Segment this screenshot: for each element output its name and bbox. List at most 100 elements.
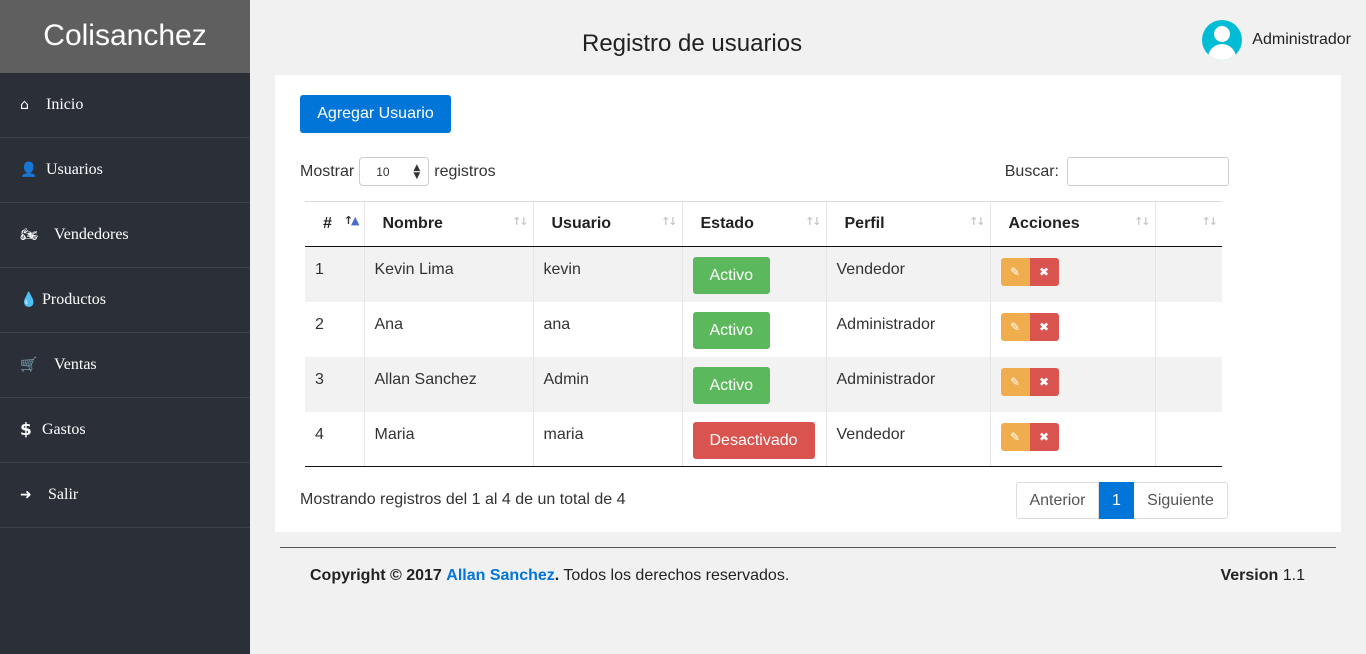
edit-button[interactable]: ✎ — [1000, 367, 1030, 396]
table-row: 3 Allan Sanchez Admin Activo Administrad… — [305, 356, 1222, 412]
pagination: Anterior 1 Siguiente — [1016, 482, 1228, 519]
status-badge[interactable]: Desactivado — [692, 421, 815, 459]
users-table: # ↑▲ Nombre ↑↓ Usuario ↑↓ Estado ↑↓ Perf… — [305, 201, 1222, 467]
sidebar-item-label: Salir — [48, 486, 79, 503]
sidebar-item-productos[interactable]: 💧 Productos — [0, 268, 250, 333]
column-header-acciones[interactable]: Acciones ↑↓ — [989, 201, 1155, 247]
footer-divider — [280, 547, 1336, 548]
close-icon: ✖ — [1038, 429, 1050, 444]
cell-extra — [1154, 411, 1222, 467]
cell-extra — [1154, 246, 1222, 302]
cell-perfil: Administrador — [825, 356, 990, 412]
table-row: 2 Ana ana Activo Administrador ✎ ✖ — [305, 301, 1222, 357]
search-input[interactable] — [1067, 157, 1229, 186]
copyright-rights: . Todos los derechos reservados. — [554, 567, 790, 584]
length-prefix: Mostrar — [300, 162, 355, 180]
user-menu[interactable]: Administrador — [1202, 20, 1351, 60]
pencil-icon: ✎ — [1009, 265, 1021, 279]
sort-icon: ↑↓ — [1134, 215, 1151, 228]
pencil-icon: ✎ — [1009, 374, 1021, 389]
delete-button[interactable]: ✖ — [1029, 367, 1059, 396]
cell-extra — [1154, 356, 1222, 412]
next-page-button[interactable]: Siguiente — [1134, 482, 1228, 519]
column-header-usuario[interactable]: Usuario ↑↓ — [532, 201, 682, 247]
prev-page-button[interactable]: Anterior — [1016, 482, 1099, 519]
sort-icon: ↑↓ — [969, 215, 986, 228]
sidebar-item-vendedores[interactable]: 🏍 Vendedores — [0, 203, 250, 268]
cell-id: 4 — [305, 411, 364, 467]
cell-perfil: Vendedor — [825, 246, 990, 302]
sidebar-item-label: Vendedores — [54, 226, 129, 243]
sort-updown-icon: ▲ ▼ — [413, 162, 421, 181]
sidebar-item-inicio[interactable]: ⌂ Inicio — [0, 73, 250, 138]
cell-acciones: ✎ ✖ — [989, 301, 1155, 357]
cell-nombre: Maria — [363, 411, 533, 467]
sign-out-icon: ➜ — [20, 487, 32, 503]
version: Version 1.1 — [1220, 567, 1305, 585]
pencil-icon: ✎ — [1009, 319, 1021, 334]
add-user-button[interactable]: Agregar Usuario — [300, 95, 451, 133]
pencil-icon: ✎ — [1009, 429, 1021, 444]
version-label: Version — [1220, 567, 1279, 584]
delete-button[interactable]: ✖ — [1029, 422, 1059, 451]
status-badge[interactable]: Activo — [692, 257, 771, 294]
status-badge[interactable]: Activo — [692, 366, 771, 404]
delete-button[interactable]: ✖ — [1029, 312, 1059, 341]
status-badge[interactable]: Activo — [692, 311, 771, 349]
avatar-icon — [1202, 20, 1243, 60]
cell-usuario: ana — [532, 301, 682, 357]
sidebar-item-salir[interactable]: ➜ Salir — [0, 463, 250, 528]
sidebar: Colisanchez ⌂ Inicio 👤 Usuarios 🏍 Vended… — [0, 0, 250, 654]
copyright-prefix: Copyright © 2017 — [310, 567, 442, 584]
cell-acciones: ✎ ✖ — [989, 246, 1155, 302]
edit-button[interactable]: ✎ — [1000, 258, 1030, 286]
cell-estado: Activo — [681, 356, 826, 412]
length-suffix: registros — [434, 162, 496, 180]
page-title: Registro de usuarios — [582, 30, 803, 57]
edit-button[interactable]: ✎ — [1000, 312, 1030, 341]
page-length-select[interactable]: 10 ▲ ▼ — [359, 157, 430, 186]
cell-perfil: Administrador — [825, 301, 990, 357]
close-icon: ✖ — [1038, 319, 1050, 334]
edit-button[interactable]: ✎ — [1000, 422, 1030, 451]
cell-estado: Desactivado — [681, 411, 826, 467]
column-header-perfil[interactable]: Perfil ↑↓ — [825, 201, 990, 247]
tint-icon: 💧 — [20, 292, 38, 308]
column-header-estado[interactable]: Estado ↑↓ — [681, 201, 826, 247]
copyright: Copyright © 2017 Allan Sanchez. Todos lo… — [310, 567, 789, 585]
cell-id: 1 — [305, 246, 364, 302]
cell-perfil: Vendedor — [825, 411, 990, 467]
cell-usuario: Admin — [532, 356, 682, 412]
sidebar-item-label: Inicio — [46, 96, 84, 113]
cart-icon: 🛒 — [20, 357, 38, 373]
column-header-nombre[interactable]: Nombre ↑↓ — [363, 201, 533, 247]
delete-button[interactable]: ✖ — [1029, 258, 1059, 286]
length-control: Mostrar 10 ▲ ▼ registros — [300, 157, 496, 186]
cell-id: 2 — [315, 315, 324, 333]
sidebar-item-gastos[interactable]: $ Gastos — [0, 398, 250, 463]
column-header-extra[interactable]: ↑↓ — [1154, 201, 1222, 247]
cell-estado: Activo — [681, 301, 826, 357]
table-row: 4 Maria maria Desactivado Vendedor ✎ ✖ — [305, 411, 1222, 467]
sidebar-item-usuarios[interactable]: 👤 Usuarios — [0, 138, 250, 203]
table-row: 1 Kevin Lima kevin Activo Vendedor ✎ ✖ — [305, 246, 1222, 302]
sort-icon: ↑↓ — [805, 215, 822, 228]
author-link[interactable]: Allan Sanchez — [446, 567, 554, 584]
table-header-row: # ↑▲ Nombre ↑↓ Usuario ↑↓ Estado ↑↓ Perf… — [305, 201, 1222, 247]
page-1-button[interactable]: 1 — [1099, 482, 1134, 519]
sort-asc-icon: ↑▲ — [343, 214, 360, 227]
close-icon: ✖ — [1038, 265, 1050, 279]
search-control: Buscar: — [1005, 157, 1229, 186]
sort-icon: ↑↓ — [1201, 215, 1219, 228]
cell-usuario: maria — [532, 411, 682, 467]
cell-usuario: kevin — [532, 246, 682, 302]
cell-acciones: ✎ ✖ — [989, 411, 1155, 467]
column-header-id[interactable]: # ↑▲ — [305, 201, 364, 247]
sidebar-item-ventas[interactable]: 🛒 Ventas — [0, 333, 250, 398]
rights-text: Todos los derechos reservados. — [559, 567, 790, 584]
brand-logo[interactable]: Colisanchez — [0, 0, 250, 73]
sidebar-item-label: Gastos — [42, 421, 86, 438]
sort-icon: ↑↓ — [512, 215, 529, 228]
version-value: 1.1 — [1282, 567, 1305, 584]
sidebar-item-label: Productos — [42, 291, 106, 308]
